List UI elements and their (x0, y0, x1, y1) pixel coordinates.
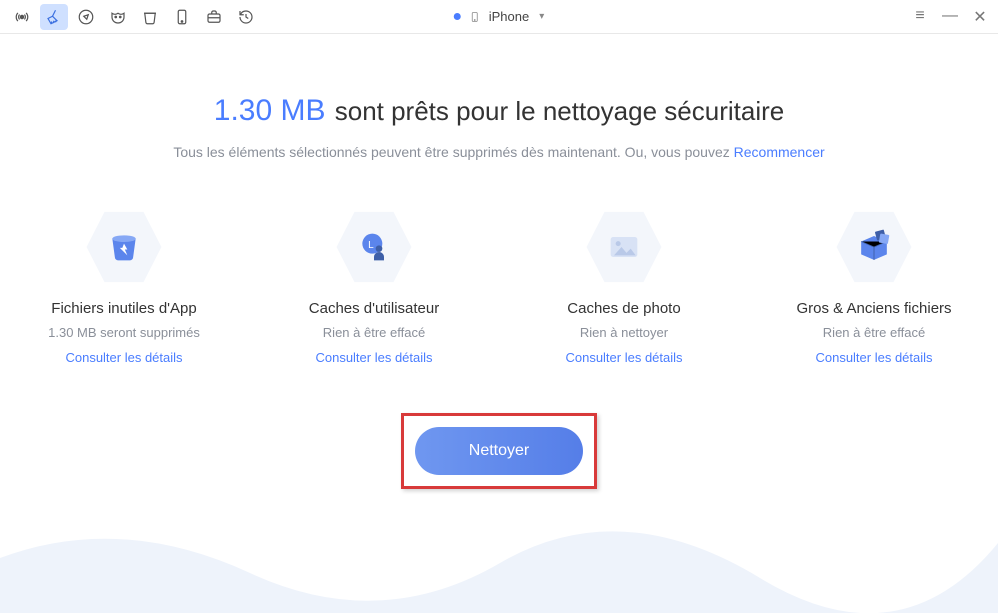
mask-icon[interactable] (104, 4, 132, 30)
details-link[interactable]: Consulter les détails (65, 350, 182, 365)
toolbar-left (8, 4, 260, 30)
restart-link[interactable]: Recommencer (734, 144, 825, 160)
card-title: Caches de photo (534, 300, 714, 317)
briefcase-icon[interactable] (200, 4, 228, 30)
photo-cache-icon (585, 208, 663, 286)
radio-icon[interactable] (8, 4, 36, 30)
status-dot-icon (454, 13, 461, 20)
subtitle-text: Tous les éléments sélectionnés peuvent ê… (173, 144, 733, 160)
card-user-cache: L Caches d'utilisateur Rien à être effac… (284, 208, 464, 367)
compass-icon[interactable] (72, 4, 100, 30)
details-link[interactable]: Consulter les détails (565, 350, 682, 365)
minimize-icon[interactable]: — (940, 7, 960, 27)
background-hills (0, 503, 998, 613)
device-selector[interactable]: iPhone ▾ (454, 9, 545, 25)
broom-icon[interactable] (40, 4, 68, 30)
svg-text:L: L (368, 240, 374, 251)
menu-icon[interactable]: ≡ (910, 7, 930, 27)
window-controls: ≡ — ✕ (910, 7, 990, 27)
close-icon[interactable]: ✕ (970, 7, 990, 27)
main-content: 1.30 MB sont prêts pour le nettoyage séc… (0, 34, 998, 489)
card-sub: 1.30 MB seront supprimés (34, 325, 214, 340)
clean-button[interactable]: Nettoyer (415, 427, 583, 475)
card-sub: Rien à être effacé (784, 325, 964, 340)
history-icon[interactable] (232, 4, 260, 30)
card-title: Fichiers inutiles d'App (34, 300, 214, 317)
details-link[interactable]: Consulter les détails (815, 350, 932, 365)
device-name: iPhone (489, 9, 529, 24)
large-old-icon (835, 208, 913, 286)
card-large-old: Gros & Anciens fichiers Rien à être effa… (784, 208, 964, 367)
card-title: Caches d'utilisateur (284, 300, 464, 317)
subtitle: Tous les éléments sélectionnés peuvent ê… (0, 144, 998, 160)
trash-icon[interactable] (136, 4, 164, 30)
card-sub: Rien à être effacé (284, 325, 464, 340)
user-cache-icon: L (335, 208, 413, 286)
card-photo-cache: Caches de photo Rien à nettoyer Consulte… (534, 208, 714, 367)
cta-highlight: Nettoyer (401, 413, 597, 489)
device-icon[interactable] (168, 4, 196, 30)
details-link[interactable]: Consulter les détails (315, 350, 432, 365)
card-app-junk: Fichiers inutiles d'App 1.30 MB seront s… (34, 208, 214, 367)
app-junk-icon (85, 208, 163, 286)
card-sub: Rien à nettoyer (534, 325, 714, 340)
phone-icon (469, 9, 481, 25)
topbar: iPhone ▾ ≡ — ✕ (0, 0, 998, 34)
headline-text: sont prêts pour le nettoyage sécuritaire (335, 96, 784, 126)
cards-row: Fichiers inutiles d'App 1.30 MB seront s… (0, 208, 998, 367)
page-title: 1.30 MB sont prêts pour le nettoyage séc… (0, 94, 998, 128)
chevron-down-icon: ▾ (539, 11, 544, 22)
card-title: Gros & Anciens fichiers (784, 300, 964, 317)
headline-size: 1.30 MB (214, 94, 326, 127)
